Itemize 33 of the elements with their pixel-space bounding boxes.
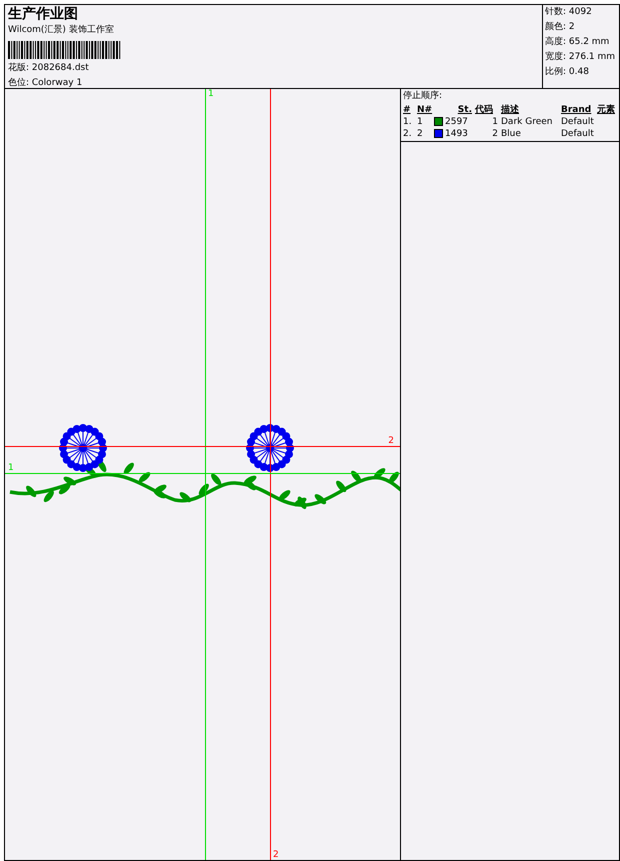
column-header: 代码 [475,104,494,116]
colorway-label: 色位: Colorway 1 [8,77,82,90]
company-name: Wilcom(汇景) 装饰工作室 [8,24,114,37]
table-cell: 2597 [445,116,468,126]
table-cell-text: 2. [403,128,413,140]
stat-label: 颜色: 2 [545,21,575,34]
guide-label: 2 [388,436,394,446]
guide-label: 2 [273,850,279,860]
table-cell-text: 1. [403,116,413,128]
table-cell-text: Default [561,116,595,128]
column-header: # [403,104,412,116]
column-header: N# [417,104,434,116]
table-cell: 1 [492,116,498,126]
stat-label: 比例: 0.48 [545,66,589,79]
table-cell: 2 [492,128,498,138]
table-cell-text: Blue [501,128,522,140]
column-header: Brand [561,104,592,116]
table-cell: 2 [417,128,423,140]
stat-label: 宽度: 276.1 mm [545,51,616,64]
stat-label: 高度: 65.2 mm [545,36,610,49]
table-cell-text: Dark Green [501,116,554,128]
table-cell-text: Default [561,128,595,140]
column-header: St. [456,104,473,116]
panel-title: 停止顺序: [403,90,442,103]
guide-label: 1 [8,463,14,473]
guide-label: 1 [208,89,214,99]
column-header: 元素 [597,104,616,116]
design-file-label: 花版: 2082684.dst [8,62,89,74]
table-cell: 1 [417,116,423,128]
sheet-title: 生产作业图 [8,6,78,22]
stat-label: 针数: 4092 [545,6,592,19]
column-header: 描述 [501,104,520,116]
table-cell: 1493 [445,128,468,138]
